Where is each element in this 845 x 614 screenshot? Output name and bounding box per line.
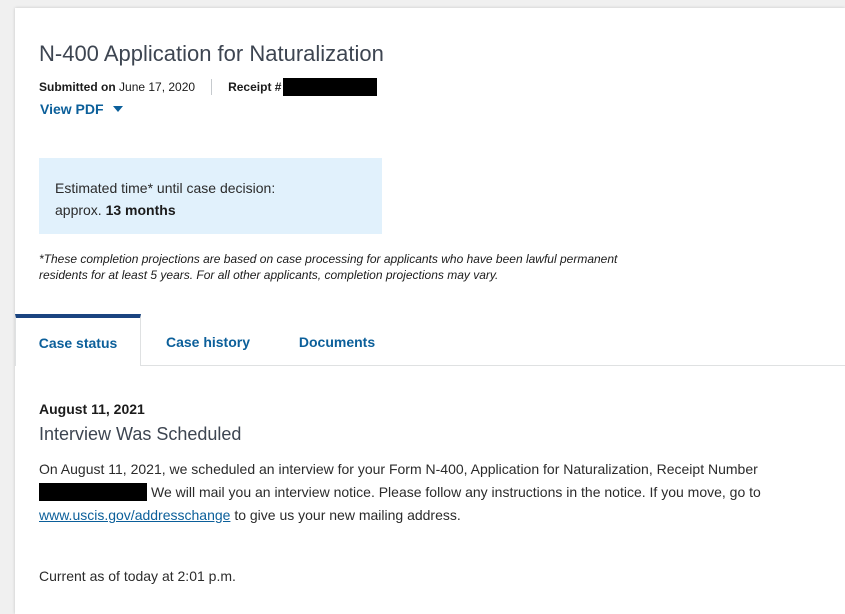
tab-case-history[interactable]: Case history bbox=[148, 314, 268, 365]
case-tabs: Case status Case history Documents bbox=[15, 314, 845, 366]
case-meta: Submitted on June 17, 2020 Receipt # bbox=[39, 78, 378, 96]
estimate-line2: approx. 13 months bbox=[55, 199, 366, 221]
event-description: On August 11, 2021, we scheduled an inte… bbox=[39, 458, 814, 527]
submitted-date-value: June 17, 2020 bbox=[119, 80, 196, 94]
estimate-line1: Estimated time* until case decision: bbox=[55, 180, 276, 196]
event-date: August 11, 2021 bbox=[39, 401, 145, 417]
caret-down-icon bbox=[112, 106, 123, 112]
current-as-of: Current as of today at 2:01 p.m. bbox=[39, 568, 236, 584]
page-title: N-400 Application for Naturalization bbox=[39, 41, 384, 66]
estimate-prefix: approx. bbox=[55, 202, 106, 218]
tab-documents[interactable]: Documents bbox=[280, 314, 394, 365]
event-body-part1: On August 11, 2021, we scheduled an inte… bbox=[39, 461, 758, 477]
view-pdf-label: View PDF bbox=[40, 101, 104, 117]
case-card: N-400 Application for Naturalization Sub… bbox=[15, 8, 845, 614]
meta-divider bbox=[211, 79, 213, 95]
view-pdf-button[interactable]: View PDF bbox=[40, 101, 123, 117]
projection-footnote: *These completion projections are based … bbox=[39, 252, 618, 282]
estimate-box: Estimated time* until case decision: app… bbox=[39, 158, 382, 234]
receipt-number-redaction bbox=[39, 483, 147, 501]
receipt-label: Receipt # bbox=[228, 80, 282, 94]
estimate-value: 13 months bbox=[105, 202, 176, 218]
address-change-link[interactable]: www.uscis.gov/addresschange bbox=[39, 507, 230, 523]
event-title: Interview Was Scheduled bbox=[39, 424, 242, 444]
event-body-part3: to give us your new mailing address. bbox=[230, 507, 461, 523]
tab-case-status[interactable]: Case status bbox=[15, 314, 141, 366]
event-body-part2: We will mail you an interview notice. Pl… bbox=[151, 484, 761, 500]
receipt-redaction bbox=[283, 78, 378, 96]
submitted-label: Submitted on bbox=[39, 80, 116, 94]
